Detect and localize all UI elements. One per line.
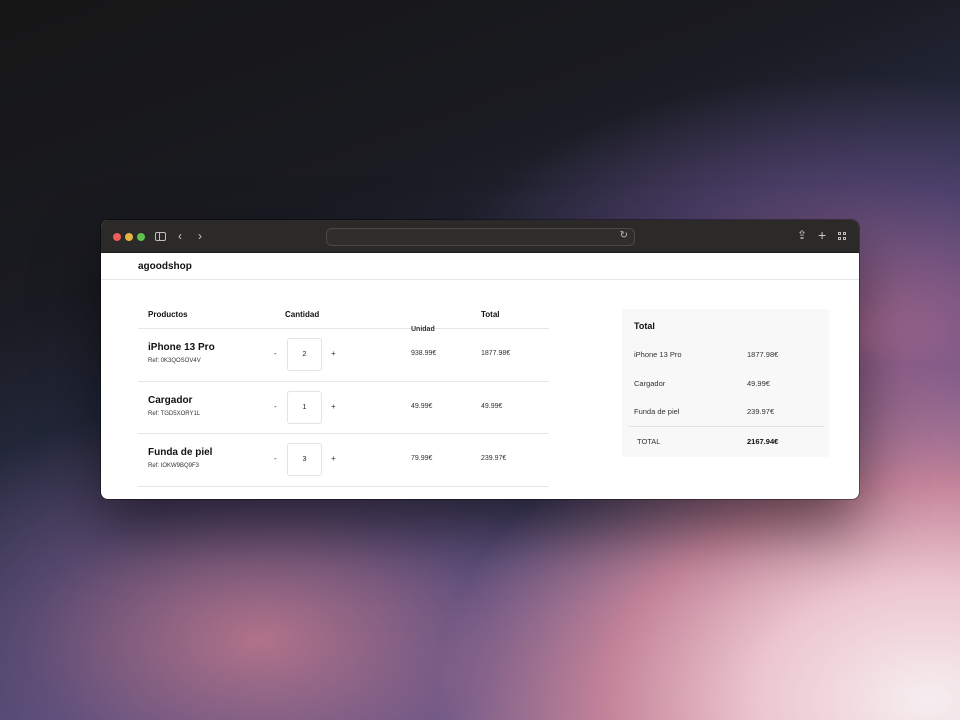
cart-row: Cargador Ref: TGD5XORY1L - 1 + 49.99€ 49… <box>138 382 549 434</box>
line-total: 239.97€ <box>481 455 507 462</box>
cart-row: Funda de piel Ref: IOKW9BQ9F3 - 3 + 79.9… <box>138 434 549 487</box>
column-header-product: Productos <box>148 310 188 319</box>
summary-item-value: 49.99€ <box>747 379 770 388</box>
address-bar[interactable]: ↻ <box>326 228 635 246</box>
quantity-input[interactable]: 2 <box>287 338 322 371</box>
column-header-total: Total <box>481 310 500 319</box>
site-logo[interactable]: agoodshop <box>138 261 192 272</box>
summary-title: Total <box>634 321 655 331</box>
summary-row: iPhone 13 Pro 1877.98€ <box>622 350 829 364</box>
line-total: 1877.98€ <box>481 350 511 357</box>
browser-toolbar: ‹ › ↻ ⇪ + <box>101 220 859 253</box>
summary-row: Funda de piel 239.97€ <box>622 407 829 421</box>
summary-item-label: Cargador <box>634 379 666 388</box>
summary-total-value: 2167.94€ <box>747 437 779 446</box>
minimize-window-button[interactable] <box>125 233 133 241</box>
unit-price: 79.99€ <box>411 455 433 462</box>
summary-item-label: iPhone 13 Pro <box>634 350 682 359</box>
back-icon[interactable]: ‹ <box>178 229 182 243</box>
unit-price: 49.99€ <box>411 402 433 410</box>
order-summary: Total iPhone 13 Pro 1877.98€ Cargador 49… <box>622 309 829 457</box>
increase-quantity-button[interactable]: + <box>331 349 336 358</box>
share-icon[interactable]: ⇪ <box>797 228 807 242</box>
decrease-quantity-button[interactable]: - <box>274 454 277 463</box>
quantity-input[interactable]: 3 <box>287 443 322 476</box>
product-name: Cargador <box>148 394 193 406</box>
product-name: iPhone 13 Pro <box>148 342 215 353</box>
increase-quantity-button[interactable]: + <box>331 402 336 411</box>
increase-quantity-button[interactable]: + <box>331 454 336 463</box>
column-header-quantity: Cantidad <box>285 310 320 319</box>
product-ref: Ref: TGD5XORY1L <box>148 410 201 417</box>
cart-table-header: Productos Cantidad Unidad Total <box>138 305 549 333</box>
decrease-quantity-button[interactable]: - <box>274 349 277 358</box>
summary-item-label: Funda de piel <box>634 407 680 416</box>
summary-divider <box>629 426 824 427</box>
close-window-button[interactable] <box>113 233 121 241</box>
sidebar-icon[interactable] <box>155 232 166 241</box>
zoom-window-button[interactable] <box>137 233 145 241</box>
browser-window: ‹ › ↻ ⇪ + agoodshop Productos Cantidad U… <box>101 220 859 499</box>
line-total: 49.99€ <box>481 402 503 410</box>
summary-item-value: 239.97€ <box>747 407 775 416</box>
forward-icon[interactable]: › <box>198 229 202 243</box>
product-ref: Ref: IOKW9BQ9F3 <box>148 463 200 469</box>
summary-total-label: TOTAL <box>637 437 661 446</box>
summary-row: Cargador 49.99€ <box>622 379 829 393</box>
site-header: agoodshop <box>101 253 859 280</box>
quantity-input[interactable]: 1 <box>287 390 322 424</box>
product-ref: Ref: 0K3QOSOV4V <box>148 358 201 364</box>
new-tab-icon[interactable]: + <box>818 228 826 242</box>
unit-price: 938.99€ <box>411 350 437 357</box>
product-name: Funda de piel <box>148 447 213 458</box>
summary-item-value: 1877.98€ <box>747 350 779 359</box>
cart-table: Productos Cantidad Unidad Total iPhone 1… <box>138 305 549 487</box>
decrease-quantity-button[interactable]: - <box>274 402 277 411</box>
tab-overview-icon[interactable] <box>838 232 847 241</box>
cart-row: iPhone 13 Pro Ref: 0K3QOSOV4V - 2 + 938.… <box>138 329 549 382</box>
reload-icon[interactable]: ↻ <box>620 230 628 241</box>
